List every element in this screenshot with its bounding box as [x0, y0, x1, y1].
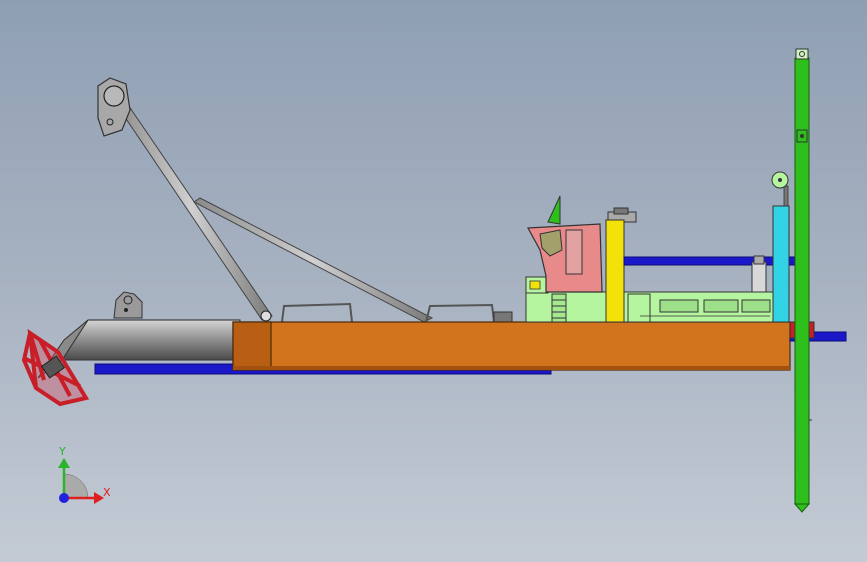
small-valve [751, 255, 767, 293]
dredger-side-view-drawing: Y X [21, 48, 847, 513]
gantry-boom [97, 77, 434, 323]
pontoon-hull [232, 321, 791, 371]
x-axis-label: X [103, 486, 111, 499]
hydraulic-cylinder [771, 171, 790, 323]
spud-pole [793, 48, 812, 513]
exhaust-stack [605, 219, 625, 323]
coordinate-triad[interactable]: Y X [58, 445, 111, 504]
ladder-winch-block [113, 291, 143, 319]
y-axis-label: Y [58, 445, 66, 458]
upper-blue-pipe [623, 256, 797, 266]
cad-viewport[interactable]: Y X [0, 0, 867, 562]
